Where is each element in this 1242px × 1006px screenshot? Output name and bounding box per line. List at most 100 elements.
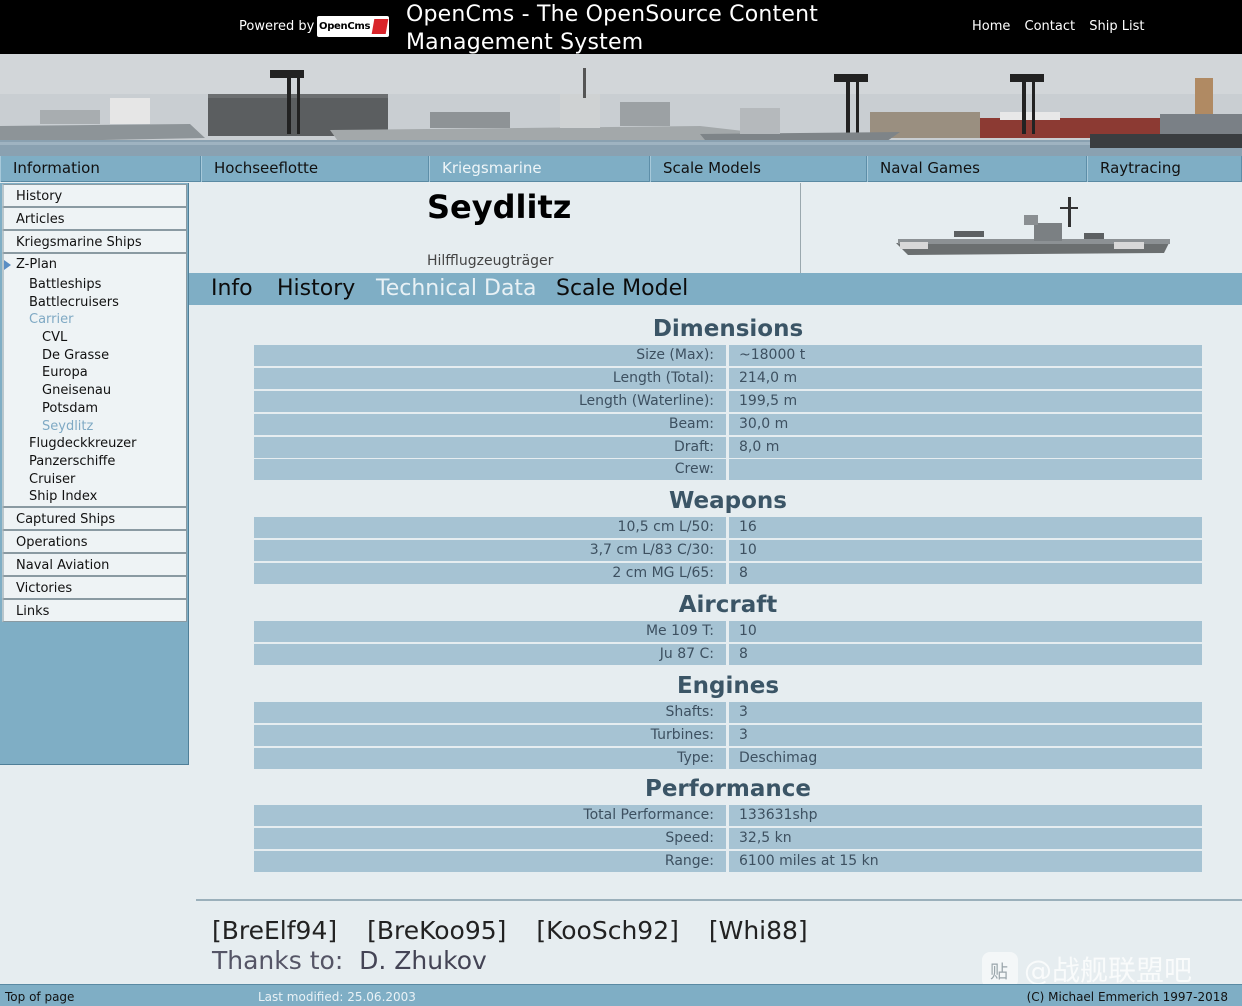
- copyright: (C) Michael Emmerich 1997-2018: [1026, 990, 1228, 1004]
- thanks-line: Thanks to: D. Zhukov: [212, 946, 487, 975]
- top-links: Home Contact Ship List: [972, 19, 1154, 34]
- footer-divider: [196, 899, 1242, 901]
- section-title: Weapons: [669, 488, 787, 515]
- sidebar-item-naval-aviation[interactable]: Naval Aviation: [2, 552, 187, 576]
- table-row: Size (Max): ~18000 t: [254, 345, 1202, 366]
- sidebar-subitem[interactable]: Europa: [4, 364, 186, 382]
- sidebar-subitem[interactable]: Carrier: [4, 311, 186, 329]
- watermark-text: @战舰联盟吧: [1024, 954, 1192, 987]
- sidebar-item-captured-ships[interactable]: Captured Ships: [2, 506, 187, 530]
- spec-value: 10: [739, 542, 757, 559]
- spec-value: [729, 459, 1202, 480]
- table-row: Beam: 30,0 m: [254, 413, 1202, 435]
- powered-by-label: Powered by: [239, 19, 315, 34]
- ship-profile-image: [894, 195, 1174, 263]
- tab-scale-model[interactable]: Scale Model: [556, 276, 688, 301]
- bottom-bar: Top of page Last modified: 25.06.2003 (C…: [0, 984, 1242, 1006]
- spec-value: 199,5 m: [739, 392, 798, 409]
- sidebar-item-articles[interactable]: Articles: [2, 207, 187, 230]
- spec-value: 30,0 m: [739, 415, 789, 432]
- sidebar-item-history[interactable]: History: [2, 184, 187, 207]
- expanded-arrow-icon: [4, 260, 11, 270]
- spec-value: 6100 miles at 15 kn: [739, 853, 879, 870]
- spec-value: 133631shp: [739, 807, 818, 824]
- sidebar-subitem[interactable]: Seydlitz: [4, 418, 186, 436]
- spec-value: 3: [739, 703, 748, 720]
- sidebar-subitem[interactable]: De Grasse: [4, 347, 186, 365]
- table-row: Turbines: 3: [254, 724, 1202, 746]
- nav-tab-hochseeflotte[interactable]: Hochseeflotte: [201, 156, 429, 182]
- ship-name: Seydlitz: [427, 188, 572, 226]
- sidebar-item-z-plan[interactable]: Z-Plan: [4, 254, 186, 276]
- opencms-logo-mark: [371, 19, 389, 34]
- nav-tab-scale-models[interactable]: Scale Models: [650, 156, 867, 182]
- spec-value: 32,5 kn: [739, 830, 792, 847]
- contact-link[interactable]: Contact: [1025, 19, 1076, 34]
- table-row: 3,7 cm L/83 C/30: 10: [254, 540, 1202, 562]
- nav-tab-kriegsmarine[interactable]: Kriegsmarine: [429, 156, 650, 182]
- table-row: Ju 87 C: 8: [254, 643, 1202, 665]
- sidebar-subitem[interactable]: Flugdeckkreuzer: [4, 435, 186, 453]
- spec-label: Range:: [664, 853, 714, 870]
- site-title: OpenCms - The OpenSource Content Managem…: [406, 2, 819, 55]
- top-of-page-link[interactable]: Top of page: [5, 990, 74, 1004]
- sidebar-item-victories[interactable]: Victories: [2, 575, 187, 599]
- sidebar-subitem[interactable]: Battlecruisers: [4, 294, 186, 312]
- reference-link[interactable]: [KooSch92]: [536, 916, 679, 945]
- spec-value: Deschimag: [739, 749, 818, 766]
- table-row: Length (Waterline): 199,5 m: [254, 390, 1202, 412]
- spec-label: Ju 87 C:: [659, 645, 714, 662]
- spec-label: Total Performance:: [583, 807, 714, 824]
- spec-value: 8: [739, 645, 748, 662]
- sidebar-item-operations[interactable]: Operations: [2, 529, 187, 553]
- reference-link[interactable]: [Whi88]: [709, 916, 808, 945]
- thanks-name: D. Zhukov: [359, 946, 487, 975]
- opencms-logo[interactable]: OpenCms: [317, 16, 389, 37]
- table-row: Range: 6100 miles at 15 kn: [254, 851, 1202, 873]
- tab-history[interactable]: History: [277, 276, 355, 301]
- svg-text:贴: 贴: [990, 962, 1008, 983]
- sidebar-subitem[interactable]: Ship Index: [4, 488, 186, 506]
- sidebar-subitem[interactable]: Cruiser: [4, 471, 186, 489]
- table-row: Draft: 8,0 m: [254, 436, 1202, 458]
- section-title: Performance: [644, 776, 812, 803]
- thanks-label: Thanks to:: [212, 946, 344, 975]
- sidebar-item-links[interactable]: Links: [2, 598, 187, 622]
- nav-tab-information[interactable]: Information: [0, 156, 201, 182]
- spec-label: Speed:: [665, 830, 714, 847]
- sidebar-subitem[interactable]: Gneisenau: [4, 382, 186, 400]
- tab-technical-data[interactable]: Technical Data: [376, 276, 537, 301]
- table-row: 2 cm MG L/65: 8: [254, 563, 1202, 585]
- spec-value: 10: [739, 623, 757, 640]
- spec-value: 214,0 m: [739, 369, 798, 386]
- table-row: Shafts: 3: [254, 701, 1202, 723]
- spec-label: Crew:: [674, 461, 714, 478]
- spec-value: 8: [739, 565, 748, 582]
- spec-label: 3,7 cm L/83 C/30:: [589, 542, 714, 559]
- sidebar-open-section: Z-Plan Battleships Battlecruisers Carrier C…: [2, 253, 187, 507]
- main-nav: Information Hochseeflotte Kriegsmarine S…: [0, 156, 1242, 182]
- ship-list-link[interactable]: Ship List: [1089, 19, 1144, 34]
- sidebar-subitem[interactable]: CVL: [4, 329, 186, 347]
- table-row: Length (Total): 214,0 m: [254, 367, 1202, 389]
- nav-tab-naval-games[interactable]: Naval Games: [867, 156, 1087, 182]
- top-bar: Powered by OpenCms OpenCms - The OpenSou…: [0, 0, 1242, 55]
- table-row: Type: Deschimag: [254, 747, 1202, 769]
- tab-info[interactable]: Info: [211, 276, 253, 301]
- sidebar-subitem[interactable]: Battleships: [4, 276, 186, 294]
- nav-tab-raytracing[interactable]: Raytracing: [1087, 156, 1242, 182]
- section-title: Aircraft: [678, 592, 778, 619]
- spec-label: Length (Total):: [612, 369, 714, 386]
- ship-sub-tabs: Info History Technical Data Scale Model: [189, 273, 1242, 305]
- spec-label: Length (Waterline):: [578, 392, 714, 409]
- sidebar: History Articles Kriegsmarine Ships Z-Pl…: [0, 183, 189, 765]
- table-row: Total Performance: 133631shp: [254, 805, 1202, 827]
- reference-link[interactable]: [BreKoo95]: [367, 916, 506, 945]
- home-link[interactable]: Home: [972, 19, 1010, 34]
- sidebar-subitem[interactable]: Potsdam: [4, 400, 186, 418]
- spec-value: 3: [739, 726, 748, 743]
- reference-link[interactable]: [BreElf94]: [212, 916, 337, 945]
- sidebar-subitem[interactable]: Panzerschiffe: [4, 453, 186, 471]
- sidebar-item-kriegsmarine-ships[interactable]: Kriegsmarine Ships: [2, 230, 187, 253]
- ship-header: Seydlitz Hilfflugzeugträger: [189, 183, 1242, 273]
